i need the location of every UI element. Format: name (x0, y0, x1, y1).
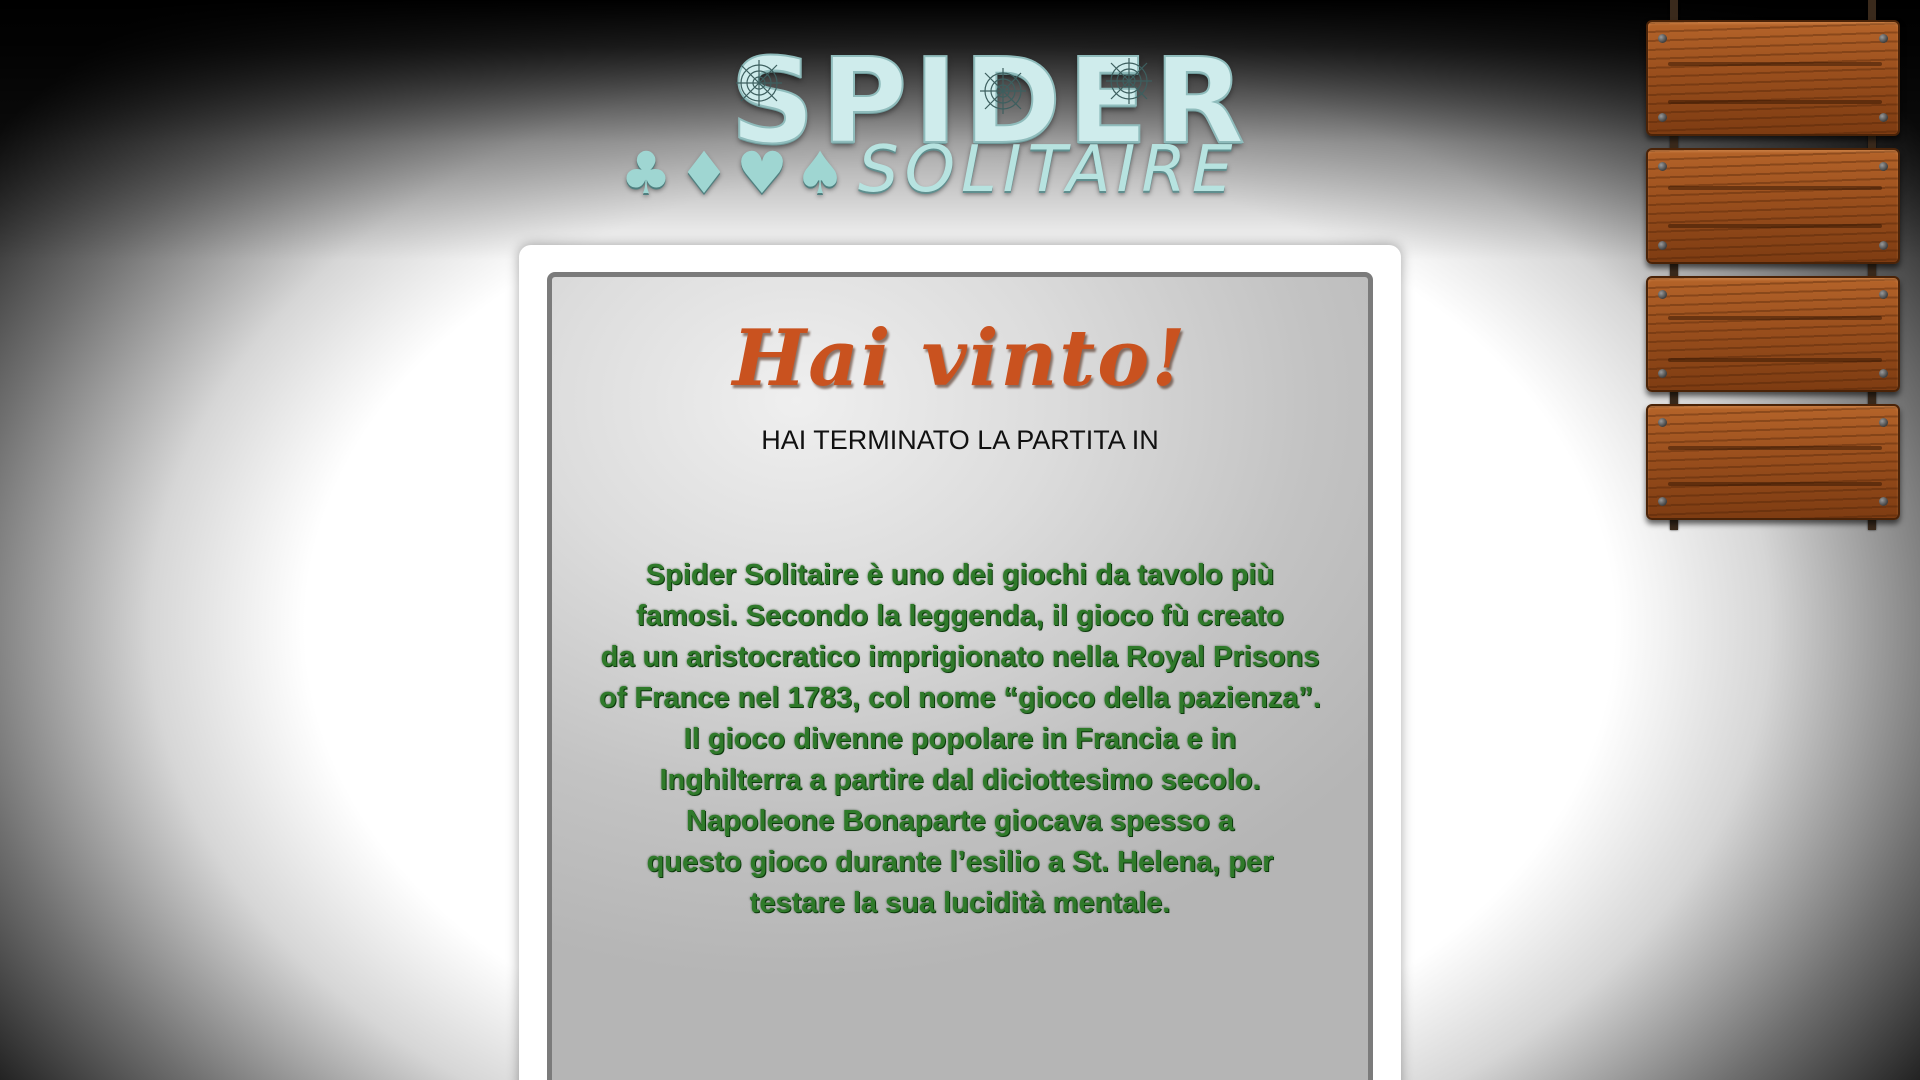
menu-plank-3[interactable] (1646, 276, 1900, 392)
history-line: testare la sua lucidità mentale. (749, 887, 1171, 919)
history-line: Napoleone Bonaparte giocava spesso a (686, 805, 1234, 837)
history-line: Inghilterra a partire dal diciottesimo s… (659, 764, 1261, 796)
spiderweb-icon (980, 68, 1026, 114)
menu-plank-label (1648, 278, 1898, 390)
spade-icon: ♠ (794, 139, 846, 207)
menu-plank-1[interactable] (1646, 20, 1900, 136)
game-logo: SPIDER SOLITAIRE ♣ ♦ ♥ ♠ (620, 38, 1260, 207)
history-line: Il gioco divenne popolare in Francia e i… (683, 723, 1237, 755)
menu-plank-label (1648, 150, 1898, 262)
finished-label: HAI TERMINATO LA PARTITA IN (761, 425, 1159, 455)
menu-plank-label (1648, 406, 1898, 518)
logo-subtitle: SOLITAIRE (858, 133, 1239, 207)
game-screen: SPIDER SOLITAIRE ♣ ♦ ♥ ♠ Hai vinto! HAI … (0, 0, 1920, 1080)
heart-icon: ♥ (736, 139, 788, 207)
history-line: famosi. Secondo la leggenda, il gioco fù… (636, 600, 1284, 632)
menu-plank-2[interactable] (1646, 148, 1900, 264)
history-line: Spider Solitaire è uno dei giochi da tav… (645, 559, 1275, 591)
menu-plank-4[interactable] (1646, 404, 1900, 520)
history-text: Spider Solitaire è uno dei giochi da tav… (594, 555, 1326, 919)
club-icon: ♣ (620, 139, 672, 207)
spiderweb-icon (736, 60, 782, 106)
history-line: questo gioco durante l’esilio a St. Hele… (646, 846, 1274, 878)
history-line: da un aristocratico imprigionato nella R… (600, 641, 1320, 673)
finished-time (552, 467, 1368, 517)
side-menu (1646, 0, 1900, 540)
menu-plank-label (1648, 22, 1898, 134)
win-dialog-content: Hai vinto! HAI TERMINATO LA PARTITA IN S… (547, 272, 1373, 1080)
diamond-icon: ♦ (678, 139, 730, 207)
spiderweb-icon (1106, 58, 1152, 104)
win-dialog: Hai vinto! HAI TERMINATO LA PARTITA IN S… (519, 245, 1401, 1080)
logo-suits: ♣ ♦ ♥ ♠ (620, 138, 860, 208)
history-line: of France nel 1783, col nome “gioco dell… (599, 682, 1321, 714)
win-title: Hai vinto! (732, 313, 1188, 404)
